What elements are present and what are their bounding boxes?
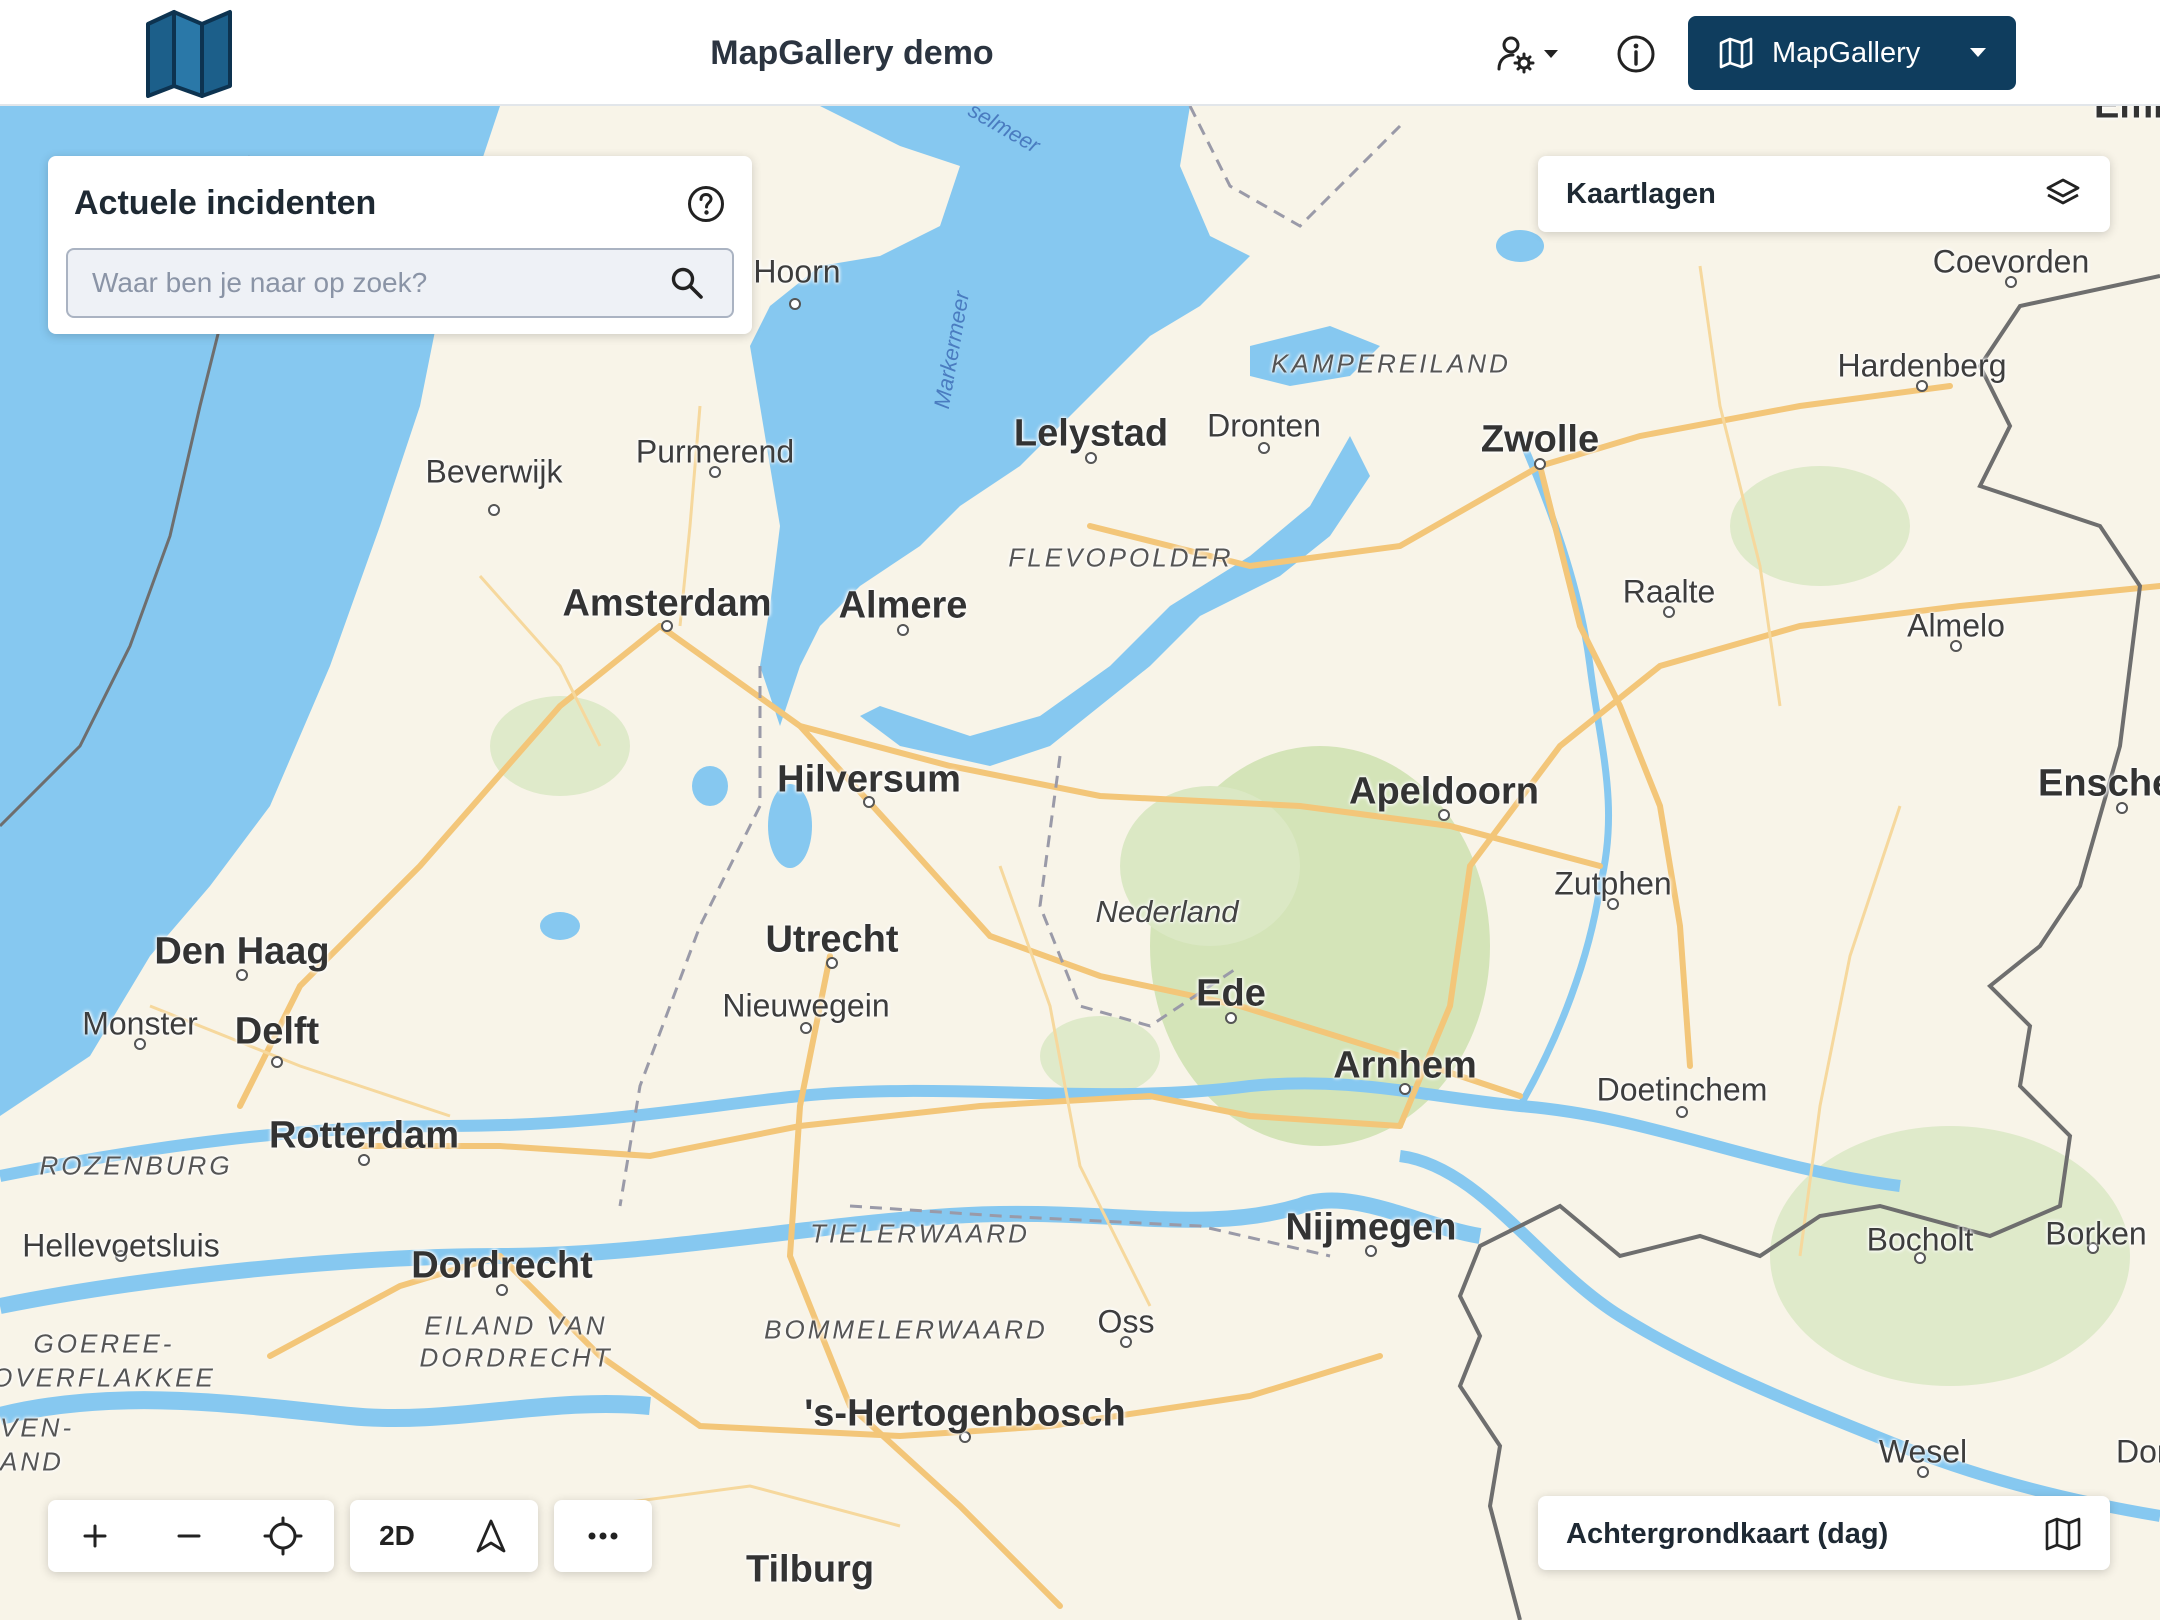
map-label-town: Raalte — [1622, 573, 1716, 610]
crosshair-icon — [263, 1516, 303, 1556]
chevron-down-icon — [1970, 48, 1986, 57]
more-options-button[interactable] — [554, 1500, 652, 1572]
view-controls: 2D — [350, 1500, 538, 1572]
incidents-panel: Actuele incidenten — [48, 156, 752, 334]
compass-arrow-icon — [476, 1519, 506, 1553]
map-label-town: Almelo — [1907, 607, 2005, 644]
map-label-region: DORDRECHT — [419, 1342, 613, 1373]
map-label-town: Borken — [2045, 1215, 2147, 1252]
map-label-city: Hilversum — [777, 758, 961, 801]
mapgallery-dropdown-button[interactable]: MapGallery — [1688, 16, 2016, 90]
top-bar: MapGallery demo MapGallery — [0, 0, 2160, 106]
map-label-city: Ensche — [2038, 762, 2160, 805]
map-label-region: EILAND VAN — [424, 1310, 608, 1341]
map-label-town: Bocholt — [1866, 1221, 1974, 1258]
city-marker — [789, 298, 801, 310]
map-label-city: Lelystad — [1013, 412, 1169, 455]
chevron-down-icon — [1544, 50, 1558, 58]
map-icon — [1719, 37, 1753, 69]
map-label-city: Ede — [1196, 972, 1266, 1015]
incidents-title: Actuele incidenten — [74, 184, 377, 222]
map-label-town: Hellevoetsluis — [22, 1227, 220, 1264]
search-input[interactable] — [68, 250, 668, 316]
zoom-controls — [48, 1500, 334, 1572]
map-label-town: Doetinchem — [1596, 1071, 1768, 1108]
map-label-town: Dor — [2116, 1433, 2160, 1470]
map-label-city: Almere — [838, 584, 968, 627]
search-box — [66, 248, 734, 318]
map-label-town: Purmerend — [635, 433, 795, 470]
map-label-town: Beverwijk — [425, 453, 563, 490]
locate-me-button[interactable] — [236, 1500, 330, 1572]
minus-icon — [177, 1534, 201, 1538]
mapgallery-button-label: MapGallery — [1772, 36, 1921, 69]
city-marker — [271, 1056, 283, 1068]
layers-icon — [2046, 178, 2080, 205]
more-controls — [554, 1500, 652, 1572]
map-label-region: GOEREE- — [33, 1328, 175, 1359]
map-label-town: Hoorn — [753, 253, 841, 290]
compass-north-button[interactable] — [444, 1500, 538, 1572]
map-label-city: Zwolle — [1480, 418, 1600, 461]
map-label-town: Dronten — [1207, 407, 1321, 444]
app-title: MapGallery demo — [710, 34, 994, 72]
zoom-in-button[interactable] — [48, 1500, 142, 1572]
map-label-region: BOMMELERWAARD — [764, 1314, 1048, 1345]
map-label-town: Coevorden — [1932, 243, 2090, 280]
map-label-town: Monster — [82, 1005, 198, 1042]
map-layers-label: Kaartlagen — [1566, 178, 1716, 210]
map-label-region: VEN- — [0, 1412, 75, 1443]
map-layers-button[interactable]: Kaartlagen — [1538, 156, 2110, 232]
map-label-region: TIELERWAARD — [810, 1218, 1030, 1249]
search-icon[interactable] — [670, 266, 704, 300]
zoom-out-button[interactable] — [142, 1500, 236, 1572]
plus-icon — [83, 1524, 107, 1548]
map-label-town: Hardenberg — [1837, 347, 2007, 384]
map-label-region: FLEVOPOLDER — [1008, 542, 1234, 573]
basemap-label: Achtergrondkaart (dag) — [1566, 1518, 1889, 1550]
map-label-town: Nieuwegein — [722, 987, 890, 1024]
map-label-city: Dordrecht — [411, 1244, 593, 1287]
map-label-city: Den Haag — [154, 930, 330, 973]
map-label-city: Nijmegen — [1285, 1206, 1457, 1249]
map-app: MapGallery demo MapGallery Amsterdam Alm… — [0, 0, 2160, 1620]
map-label-region: AND — [0, 1446, 64, 1477]
map-label-city: Apeldoorn — [1349, 770, 1539, 813]
info-icon[interactable] — [1616, 34, 1656, 74]
map-label-region: OVERFLAKKEE — [0, 1362, 216, 1393]
map-label-city: Arnhem — [1333, 1044, 1477, 1087]
map-label-region: KAMPEREILAND — [1271, 348, 1511, 379]
help-icon[interactable] — [686, 184, 726, 224]
basemap-selector-button[interactable]: Achtergrondkaart (dag) — [1538, 1496, 2110, 1570]
map-label-city: Utrecht — [765, 918, 899, 961]
user-settings-icon — [1497, 36, 1535, 74]
map-label-city: 's-Hertogenbosch — [804, 1392, 1126, 1435]
map-label-city: Tilburg — [745, 1548, 875, 1591]
map-label-city: Delft — [234, 1010, 320, 1053]
map-label-city: Rotterdam — [268, 1114, 460, 1157]
map-icon — [2045, 1517, 2081, 1551]
map-label-town: Zutphen — [1554, 865, 1672, 902]
map-label-country: Nederland — [1095, 894, 1239, 929]
map-label-town: Oss — [1097, 1303, 1155, 1340]
city-marker — [488, 504, 500, 516]
user-settings-menu[interactable] — [1496, 34, 1566, 74]
view-mode-toggle-button[interactable]: 2D — [350, 1500, 444, 1572]
more-dots-icon — [588, 1532, 618, 1540]
map-label-town: Wesel — [1878, 1433, 1968, 1470]
map-label-city: Amsterdam — [562, 582, 772, 625]
map-label-region: ROZENBURG — [39, 1150, 233, 1181]
view-mode-label: 2D — [379, 1520, 415, 1551]
